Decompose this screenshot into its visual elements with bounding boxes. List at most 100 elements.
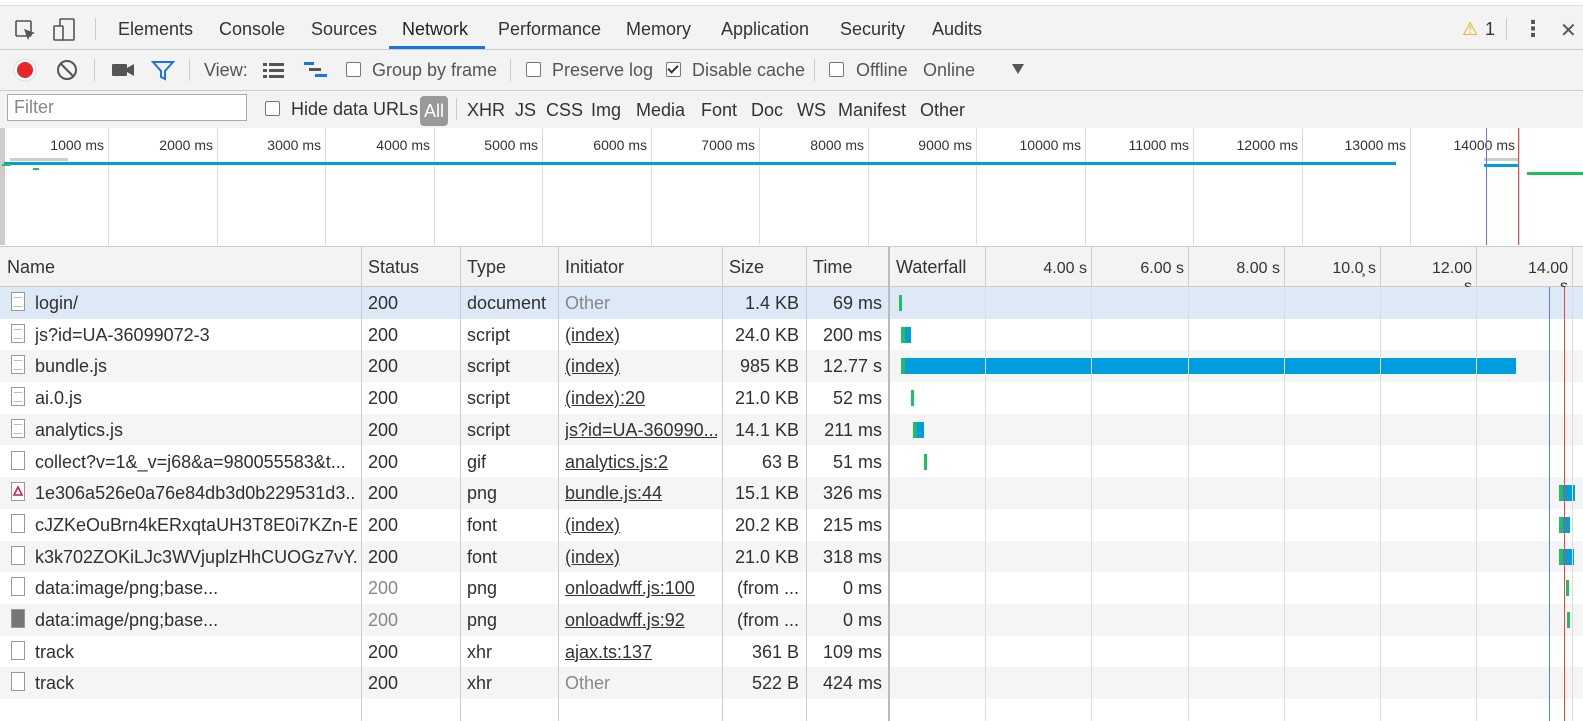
type-filter-ws[interactable]: WS [797,100,826,121]
offline-label[interactable]: Offline [856,60,908,81]
column-divider[interactable] [722,247,723,721]
waterfall-bar[interactable] [924,453,927,470]
request-name[interactable]: track [35,673,357,694]
request-name[interactable]: login/ [35,293,357,314]
waterfall-bar[interactable] [911,390,915,407]
inspect-element-icon[interactable] [15,20,37,42]
type-filter-js[interactable]: JS [515,100,536,121]
type-filter-img[interactable]: Img [591,100,621,121]
request-name[interactable]: k3k702ZOKiLJc3WVjuplzHhCUOGz7vY... [35,547,357,568]
type-filter-doc[interactable]: Doc [751,100,783,121]
column-divider[interactable] [361,247,362,721]
offline-checkbox[interactable] [829,62,844,77]
request-initiator[interactable]: analytics.js:2 [565,452,717,473]
capture-screenshots-icon[interactable] [111,60,135,80]
large-rows-icon[interactable] [262,60,286,80]
table-row[interactable]: analytics.js 200 script js?id=UA-360990... 1… [0,413,1583,446]
type-filter-css[interactable]: CSS [546,100,583,121]
warning-count[interactable]: 1 [1485,19,1495,40]
clear-icon[interactable] [55,58,79,82]
close-icon[interactable]: ✕ [1560,18,1577,43]
column-divider[interactable] [806,247,807,721]
record-icon[interactable] [13,58,37,82]
network-overview[interactable]: 1000 ms 2000 ms 3000 ms 4000 ms 5000 ms 6000 … [0,128,1583,247]
request-initiator[interactable]: onloadwff.js:100 [565,578,717,599]
filter-icon[interactable] [151,59,175,81]
request-initiator[interactable]: ajax.ts:137 [565,642,717,663]
overview-icon[interactable] [303,60,329,80]
waterfall-bar[interactable] [901,326,911,343]
type-filter-xhr[interactable]: XHR [467,100,505,121]
request-name[interactable]: 1e306a526e0a76e84db3d0b229531d3... [35,483,357,504]
request-name[interactable]: ai.0.js [35,388,357,409]
request-name[interactable]: data:image/png;base... [35,578,357,599]
waterfall-bar[interactable] [899,295,903,311]
table-row[interactable]: 1e306a526e0a76e84db3d0b229531d3... 200 png… [0,477,1583,509]
request-name[interactable]: analytics.js [35,420,357,441]
column-time[interactable]: Time [813,257,852,278]
tab-audits[interactable]: Audits [932,19,982,40]
hide-data-urls-label[interactable]: Hide data URLs [291,99,418,120]
column-divider[interactable] [558,247,559,721]
column-size[interactable]: Size [729,257,764,278]
tab-network[interactable]: Network [402,19,468,40]
request-name[interactable]: track [35,642,357,663]
throttling-select[interactable]: Online [923,60,975,81]
type-filter-other[interactable]: Other [920,100,965,121]
request-initiator[interactable]: (index) [565,515,717,536]
column-divider[interactable] [888,247,890,721]
device-toolbar-icon[interactable] [53,18,77,42]
group-by-frame-checkbox[interactable] [346,62,361,77]
column-name[interactable]: Name [7,257,55,278]
request-initiator[interactable]: onloadwff.js:92 [565,610,717,631]
group-by-frame-label[interactable]: Group by frame [372,60,497,81]
table-row[interactable]: k3k702ZOKiLJc3WVjuplzHhCUOGz7vY... 200 fon… [0,540,1583,573]
request-name[interactable]: cJZKeOuBrn4kERxqtaUH3T8E0i7KZn-E... [35,515,357,536]
table-row[interactable]: collect?v=1&_v=j68&a=980055583&t... 200 gi… [0,446,1583,478]
column-divider[interactable] [460,247,461,721]
type-filter-font[interactable]: Font [701,100,737,121]
request-initiator[interactable]: (index) [565,547,717,568]
table-row[interactable]: data:image/png;base... 200 png onloadwff.js… [0,572,1583,604]
type-filter-manifest[interactable]: Manifest [838,100,906,121]
table-row[interactable]: js?id=UA-36099072-3 200 script (index) 24.0 … [0,319,1583,351]
disable-cache-checkbox[interactable] [666,62,681,77]
waterfall-bar[interactable] [1566,580,1570,597]
request-name[interactable]: data:image/png;base... [35,610,357,631]
tab-console[interactable]: Console [219,19,285,40]
waterfall-bar[interactable] [913,421,924,438]
tab-sources[interactable]: Sources [311,19,377,40]
table-row[interactable]: ai.0.js 200 script (index):20 21.0 KB 52 ms [0,382,1583,414]
type-filter-media[interactable]: Media [636,100,685,121]
request-name[interactable]: js?id=UA-36099072-3 [35,325,357,346]
tab-application[interactable]: Application [721,19,809,40]
request-name[interactable]: collect?v=1&_v=j68&a=980055583&t... [35,452,357,473]
request-initiator[interactable]: js?id=UA-360990... [565,420,717,441]
waterfall-bar[interactable] [1566,612,1570,628]
column-initiator[interactable]: Initiator [565,257,624,278]
column-status[interactable]: Status [368,257,419,278]
table-row[interactable]: login/200 document Other 1.4 KB 69 ms [0,287,1583,319]
overview-left-handle[interactable] [0,128,5,245]
table-row[interactable]: bundle.js 200 script (index) 985 KB 12.77 s [0,350,1583,383]
request-initiator[interactable]: (index) [565,356,717,377]
column-waterfall[interactable]: Waterfall [896,257,966,278]
disable-cache-label[interactable]: Disable cache [692,60,805,81]
preserve-log-label[interactable]: Preserve log [552,60,653,81]
tab-memory[interactable]: Memory [626,19,691,40]
warning-icon[interactable]: ⚠ [1462,19,1478,40]
filter-input[interactable] [7,94,247,121]
type-filter-all[interactable]: All [420,96,448,126]
request-initiator[interactable]: (index) [565,325,717,346]
table-row[interactable]: data:image/png;base... 200 png onloadwff.js… [0,604,1583,636]
hide-data-urls-checkbox[interactable] [265,101,280,116]
waterfall-bar[interactable] [901,358,1516,375]
column-type[interactable]: Type [467,257,506,278]
request-initiator[interactable]: (index):20 [565,388,717,409]
preserve-log-checkbox[interactable] [526,62,541,77]
request-name[interactable]: bundle.js [35,356,357,377]
table-row[interactable]: track 200 xhr Other 522 B 424 ms [0,667,1583,700]
tab-performance[interactable]: Performance [498,19,601,40]
tab-security[interactable]: Security [840,19,905,40]
chevron-down-icon[interactable] [1011,63,1025,75]
